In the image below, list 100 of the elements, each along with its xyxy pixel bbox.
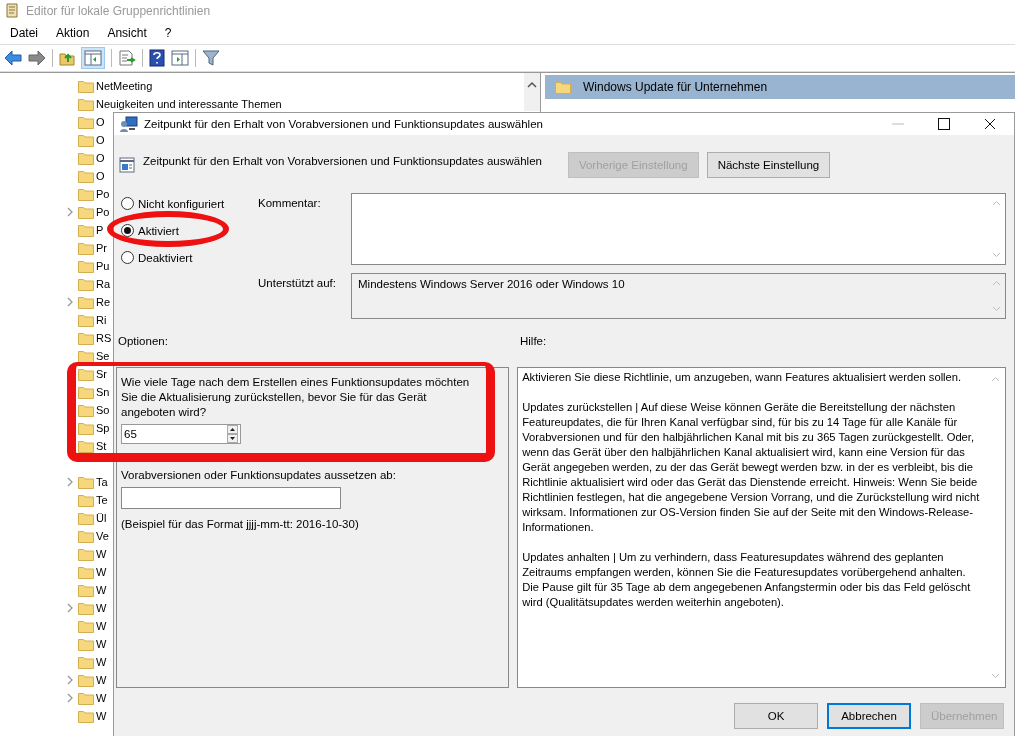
folder-icon — [78, 493, 94, 507]
menu-item[interactable]: Aktion — [56, 26, 90, 40]
tree-item[interactable]: Ül — [96, 512, 107, 524]
tree-item[interactable]: Po — [96, 206, 110, 218]
close-icon[interactable] — [984, 118, 996, 130]
tree-pane-toggle[interactable] — [81, 47, 105, 69]
radio-label[interactable]: Nicht konfiguriert — [138, 197, 225, 210]
tree-item[interactable]: Pr — [96, 242, 107, 254]
policy-icon — [119, 157, 135, 173]
chevron-icon[interactable] — [67, 207, 74, 217]
tree-item[interactable]: W — [96, 656, 107, 668]
scroll-down-icon[interactable] — [991, 673, 1000, 679]
folder-icon — [78, 115, 94, 129]
chevron-icon[interactable] — [67, 297, 74, 307]
folder-icon — [78, 79, 94, 93]
tree-item[interactable]: W — [96, 566, 107, 578]
scroll-down-icon[interactable] — [992, 252, 1001, 258]
dialog-title: Zeitpunkt für den Erhalt von Vorabversionen und Funktionsupdates auswählen — [144, 118, 544, 130]
radio-button[interactable] — [121, 197, 134, 210]
comment-label: Kommentar: — [258, 196, 322, 209]
tree-item[interactable]: NetMeeting — [96, 80, 153, 92]
tree-item[interactable]: Se — [96, 350, 110, 362]
folder-icon — [78, 709, 94, 723]
tree-item[interactable]: W — [96, 710, 107, 722]
tree-item[interactable]: Pu — [96, 260, 110, 272]
folder-icon — [78, 295, 94, 309]
tree-item[interactable]: Ve — [96, 530, 109, 542]
folder-up-icon[interactable] — [59, 50, 75, 66]
tree-item[interactable]: W — [96, 602, 107, 614]
menu-item[interactable]: ? — [164, 26, 172, 40]
tree-item[interactable]: W — [96, 584, 107, 596]
folder-icon — [78, 673, 94, 687]
nav-button[interactable]: Nächste Einstellung — [706, 152, 831, 178]
folder-icon — [78, 331, 94, 345]
supported-value: Mindestens Windows Server 2016 oder Windows 10 — [357, 277, 626, 292]
tree-item[interactable]: Re — [96, 296, 111, 308]
days-spin-field[interactable]: 65 — [121, 424, 241, 444]
folder-icon — [78, 547, 94, 561]
tree-item[interactable]: Ta — [96, 476, 108, 488]
tree-item[interactable]: Ri — [96, 314, 107, 326]
spin-up-icon[interactable] — [227, 425, 238, 434]
tree-item[interactable]: O — [96, 152, 105, 164]
tree-item[interactable]: W — [96, 674, 107, 686]
tree-item[interactable]: RS — [96, 332, 112, 344]
radio-label[interactable]: Aktiviert — [138, 224, 179, 237]
scroll-up-icon[interactable] — [527, 81, 537, 88]
folder-icon — [78, 367, 94, 381]
tree-item[interactable]: Po — [96, 188, 110, 200]
forward-arrow-icon[interactable] — [28, 50, 46, 66]
tree-item[interactable]: Neuigkeiten und interessante Themen — [96, 98, 282, 110]
folder-icon — [78, 151, 94, 165]
filter-icon[interactable] — [202, 50, 220, 66]
tree-item[interactable]: W — [96, 548, 107, 560]
folder-icon — [78, 169, 94, 183]
chevron-icon[interactable] — [67, 477, 74, 487]
tree-item[interactable]: W — [96, 692, 107, 704]
tree-item[interactable]: Sr — [96, 368, 107, 380]
help-paragraph: Updates zurückstellen | Auf diese Weise können Geräte die Bereitstellung der nächsten Featureupdates, die für Ihren Kanal verfügbar sind, für bis zu 14 Tage für alle Kanäle für Vorabversionen und für den halbjährlichen Kanal mit bis zu 365 Tagen zurückgestellt. Oder, wenn das Gerät über den halbjährlichen Kanal aktualisiert wird, kann eine Version für das Gerät angegeben werden, zu der das Gerät bewegt werden bzw. in der es verbleibt, bis die Richtlinie aktualisiert wird oder das Gerät das Dienstende erreicht. Hinweis: Wenn Sie beide Richtlinien festlegen, hat die angegebene Version Vorrang, und die Zurückstellung wird nicht wirksam. Informationen zur OS-Version finden Sie auf der Seite mit den Windows-Release-Informationen. — [522, 400, 981, 535]
details-pane-icon[interactable] — [171, 50, 189, 66]
date-field[interactable] — [121, 487, 341, 509]
scrollbar[interactable] — [524, 73, 540, 111]
back-arrow-icon[interactable] — [4, 50, 22, 66]
tree-item[interactable]: Sp — [96, 422, 110, 434]
dialog-button[interactable]: Abbrechen — [827, 703, 911, 729]
tree-item[interactable]: O — [96, 134, 105, 146]
radio-label[interactable]: Deaktiviert — [138, 251, 193, 264]
tree-item[interactable]: Sn — [96, 386, 110, 398]
radio-button[interactable] — [121, 251, 134, 264]
menu-item[interactable]: Ansicht — [107, 26, 147, 40]
export-list-icon[interactable] — [118, 50, 136, 66]
folder-icon — [78, 511, 94, 525]
tree-item[interactable]: So — [96, 404, 110, 416]
folder-icon — [78, 565, 94, 579]
tree-item[interactable]: O — [96, 170, 105, 182]
folder-icon — [78, 259, 94, 273]
supported-label: Unterstützt auf: — [258, 276, 337, 289]
folder-icon — [78, 277, 94, 291]
tree-item[interactable]: P — [96, 224, 104, 236]
dialog-button[interactable]: OK — [734, 703, 818, 729]
comment-field[interactable] — [351, 193, 1006, 265]
menu-item[interactable]: Datei — [10, 26, 38, 40]
help-paragraph: Aktivieren Sie diese Richtlinie, um anzugeben, wann Features aktualisiert werden sollen. — [522, 370, 963, 385]
tree-item[interactable]: Ra — [96, 278, 111, 290]
options-label: Optionen: — [118, 335, 169, 347]
tree-item[interactable]: O — [96, 116, 105, 128]
folder-icon — [78, 637, 94, 651]
radio-button[interactable] — [121, 224, 134, 237]
help-label: Hilfe: — [520, 335, 547, 347]
spin-down-icon[interactable] — [227, 434, 238, 443]
chevron-icon[interactable] — [67, 603, 74, 613]
help-icon[interactable] — [149, 49, 165, 67]
tree-item[interactable]: St — [96, 440, 107, 452]
tree-item[interactable]: W — [96, 620, 107, 632]
scroll-icon — [4, 2, 20, 20]
folder-icon — [78, 601, 94, 615]
maximize-icon[interactable] — [938, 118, 950, 130]
folder-icon — [78, 205, 94, 219]
policy-title: Zeitpunkt für den Erhalt von Vorabversionen und Funktionsupdates auswählen — [143, 155, 542, 167]
tree-item[interactable]: W — [96, 638, 107, 650]
tree-item[interactable]: Te — [96, 494, 108, 506]
